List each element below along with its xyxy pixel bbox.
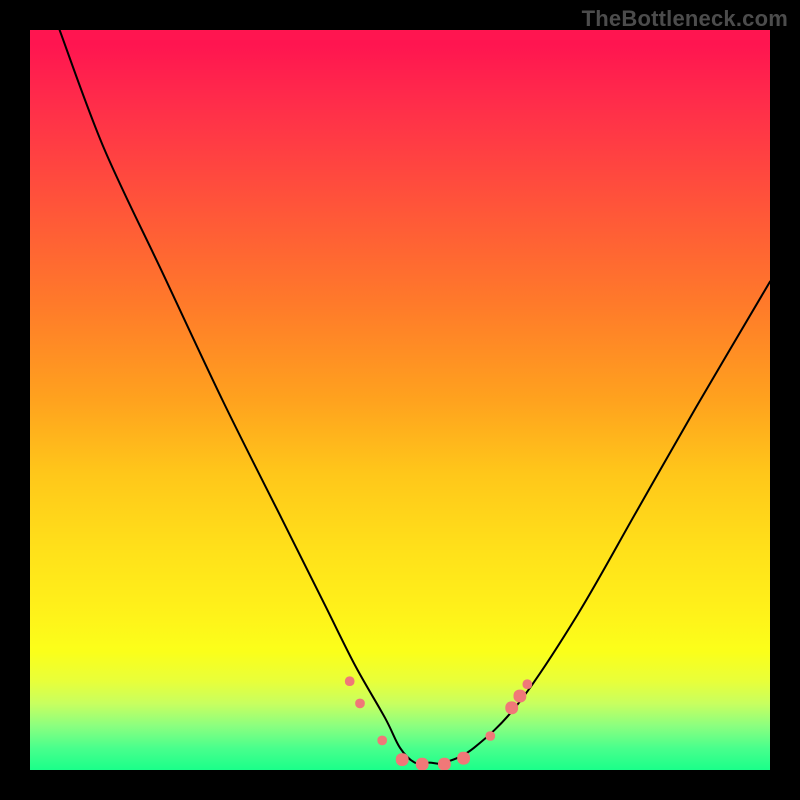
- curve-marker: [355, 699, 365, 709]
- curve-marker: [505, 701, 518, 714]
- curve-marker: [523, 679, 533, 689]
- bottleneck-curve: [60, 30, 770, 764]
- curve-marker: [396, 753, 409, 766]
- curve-marker: [416, 758, 429, 770]
- curve-layer: [30, 30, 770, 770]
- curve-marker: [457, 752, 470, 765]
- marker-group: [345, 676, 532, 770]
- watermark-text: TheBottleneck.com: [582, 6, 788, 32]
- curve-marker: [438, 758, 451, 770]
- curve-marker: [377, 736, 387, 746]
- curve-marker: [514, 690, 527, 703]
- chart-frame: TheBottleneck.com: [0, 0, 800, 800]
- plot-area: [30, 30, 770, 770]
- curve-marker: [345, 676, 355, 686]
- curve-marker: [486, 731, 496, 741]
